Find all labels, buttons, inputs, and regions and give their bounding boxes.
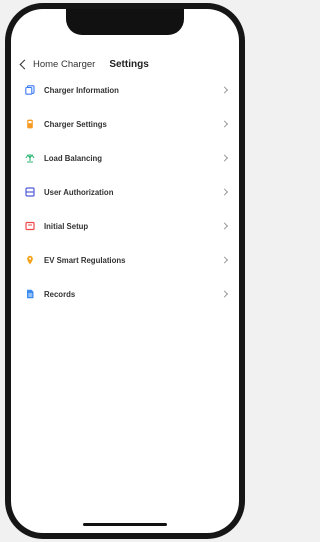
menu-item-load-balancing[interactable]: Load Balancing [11,141,239,175]
location-icon [24,254,36,266]
chevron-right-icon [220,120,229,128]
back-chevron-icon [19,59,30,69]
menu-item-ev-smart-regulations[interactable]: EV Smart Regulations [11,243,239,277]
menu-item-label: Load Balancing [44,153,103,163]
menu-item-label: Charger Information [44,85,119,95]
menu-item-user-authorization[interactable]: User Authorization [11,175,239,209]
chevron-right-icon [220,154,229,162]
menu-item-charger-information[interactable]: Charger Information [11,73,239,107]
settings-menu: Charger Information Charger Settings Loa… [11,73,239,311]
back-button[interactable]: Home Charger [19,58,96,70]
menu-item-label: User Authorization [44,187,114,197]
page-title: Settings [109,58,149,70]
nav-bar: Home Charger Settings [11,53,239,75]
phone-frame: Home Charger Settings Charger Informatio… [5,3,245,539]
chevron-right-icon [220,256,229,264]
back-label: Home Charger [33,58,96,70]
chevron-right-icon [220,188,229,196]
records-icon [24,288,36,300]
chevron-right-icon [220,290,229,298]
notch [66,9,184,35]
menu-item-initial-setup[interactable]: Initial Setup [11,209,239,243]
charger-icon [24,118,36,130]
menu-item-records[interactable]: Records [11,277,239,311]
menu-item-label: Records [44,289,76,299]
phone-screen: Home Charger Settings Charger Informatio… [11,9,239,533]
balance-icon [24,152,36,164]
chevron-right-icon [220,86,229,94]
menu-item-label: EV Smart Regulations [44,255,126,265]
menu-item-label: Initial Setup [44,221,89,231]
chevron-right-icon [220,222,229,230]
user-list-icon [24,186,36,198]
setup-icon [24,220,36,232]
info-doc-icon [24,84,36,96]
home-indicator[interactable] [83,523,167,526]
menu-item-label: Charger Settings [44,119,107,129]
menu-item-charger-settings[interactable]: Charger Settings [11,107,239,141]
